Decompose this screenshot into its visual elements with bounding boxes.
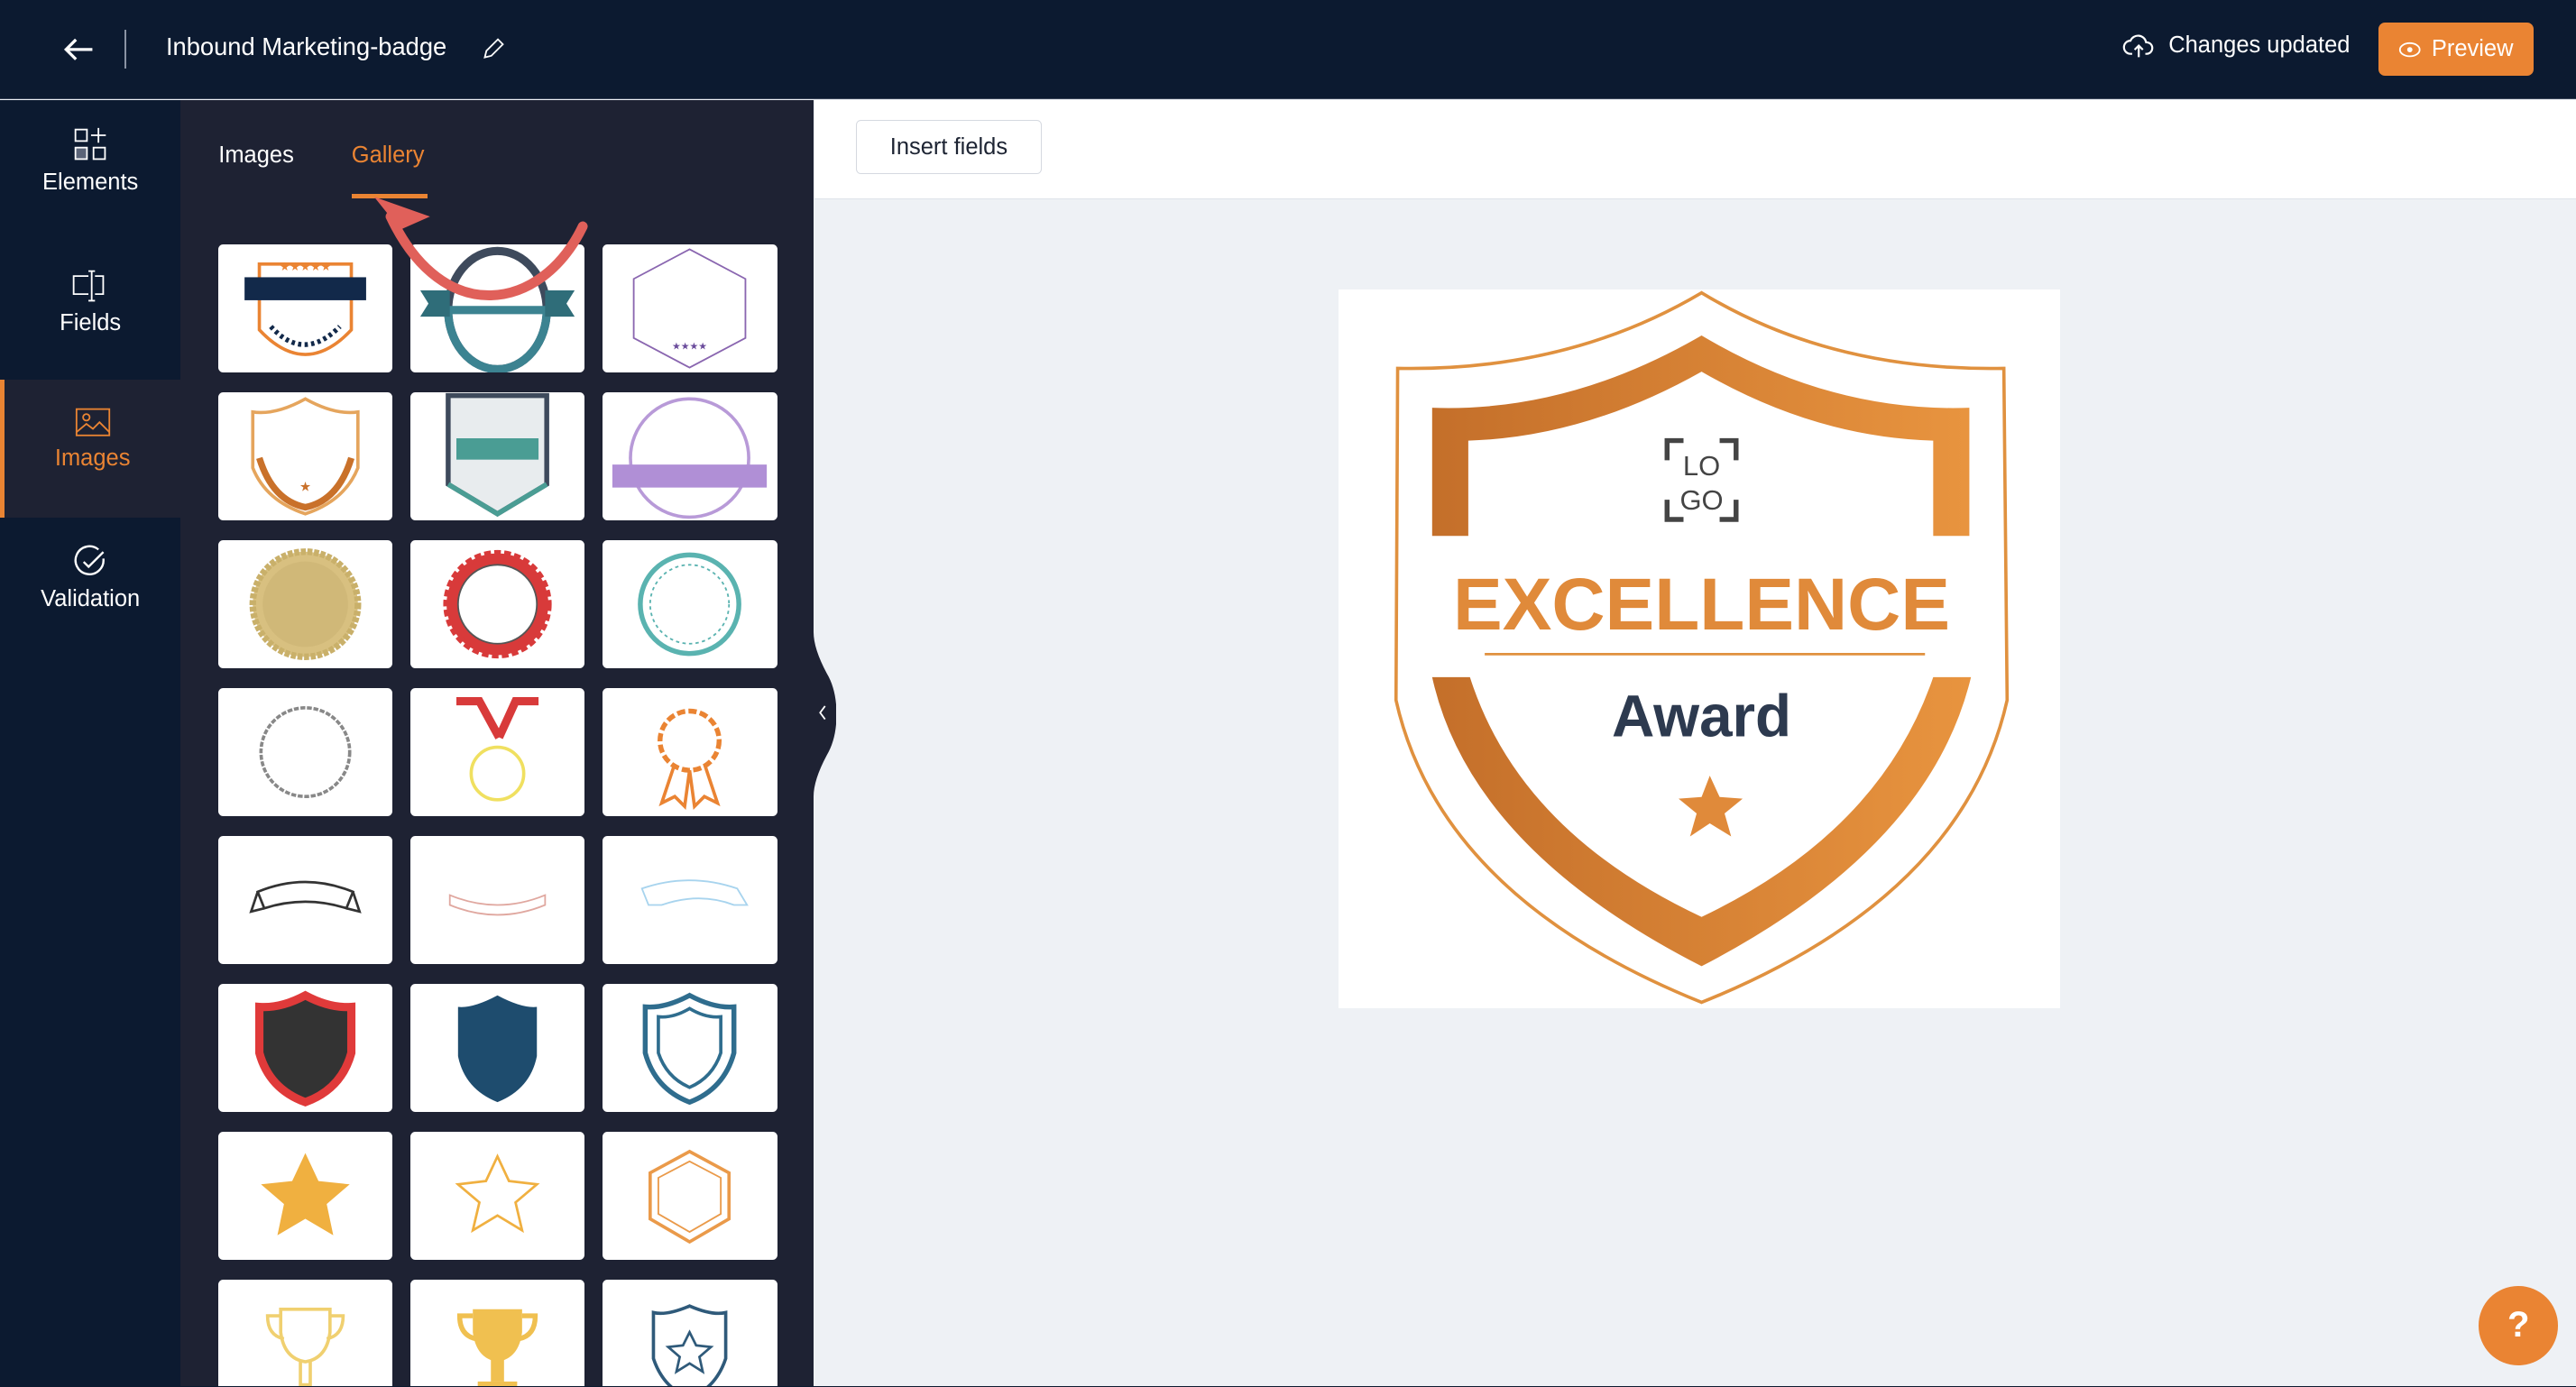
logo-text-top: LO <box>1683 449 1720 481</box>
elements-icon <box>74 128 106 161</box>
gallery-tile-seal-gold[interactable] <box>218 540 393 669</box>
preview-label: Preview <box>2431 36 2514 62</box>
star-icon <box>1679 775 1743 837</box>
images-panel: Images Gallery ★★★★★ ★★★★ ★ <box>180 100 814 1387</box>
gallery-tile-shield-teal[interactable] <box>410 392 585 521</box>
circle-ribbon-purple-icon <box>612 397 768 519</box>
gallery-tile-medal-red[interactable] <box>410 688 585 817</box>
banner-dark-icon <box>249 880 362 914</box>
gallery-tile-shield-red[interactable] <box>218 984 393 1113</box>
rail-label: Images <box>54 445 131 471</box>
ring-ribbon-icon <box>420 247 575 373</box>
banner-pink-icon <box>449 894 547 916</box>
trophy-gold-icon <box>457 1309 538 1387</box>
document-title: Inbound Marketing-badge <box>165 32 447 61</box>
gallery-tile-shield-navy[interactable] <box>410 984 585 1113</box>
shield-navy-icon <box>458 995 538 1103</box>
shield-red-icon <box>255 990 356 1107</box>
police-badge-icon <box>652 1304 728 1387</box>
banner-blue-icon <box>640 879 750 906</box>
seal-red-icon <box>443 550 552 659</box>
gallery-tile-banner-dark[interactable] <box>218 836 393 965</box>
gallery-tile-shield-outline-blue[interactable] <box>603 984 777 1113</box>
collapse-panel-handle[interactable] <box>813 632 837 797</box>
svg-text:★★★★: ★★★★ <box>672 342 707 353</box>
tab-images[interactable]: Images <box>218 142 294 169</box>
status-text: Changes updated <box>2168 32 2351 59</box>
rosette-orange-icon <box>658 708 722 811</box>
shield-outline-blue-icon <box>643 992 737 1106</box>
gallery-tile-trophy-outline[interactable] <box>218 1279 393 1387</box>
svg-text:★★★★★: ★★★★★ <box>280 261 331 274</box>
shield-teal-icon <box>446 393 550 518</box>
circle-teal-icon <box>638 552 742 657</box>
rail-item-fields[interactable]: Fields <box>0 242 180 380</box>
back-arrow-icon[interactable] <box>60 30 99 69</box>
gallery-tile-hexagon-orange[interactable] <box>603 1131 777 1260</box>
circle-gray-icon <box>259 706 352 799</box>
trophy-outline-icon <box>266 1307 345 1387</box>
canvas-toolbar: Insert fields <box>814 100 2576 200</box>
rail-item-images[interactable]: Images <box>0 379 181 518</box>
save-status: Changes updated <box>2122 32 2350 59</box>
cloud-upload-icon <box>2123 34 2154 58</box>
rail-label: Fields <box>60 310 122 336</box>
rail-item-validation[interactable]: Validation <box>0 518 180 656</box>
badge-title: EXCELLENCE <box>1453 564 1950 646</box>
seal-gold-icon <box>249 548 362 661</box>
gallery-tile-banner-pink[interactable] <box>410 836 585 965</box>
rail-item-elements[interactable]: Elements <box>0 100 180 238</box>
emblem-laurel-icon: ★★★★★ <box>244 261 367 357</box>
hexagon-stars-icon: ★★★★ <box>633 248 747 370</box>
gallery-tile-banner-blue[interactable] <box>603 836 777 965</box>
gallery-tile-police-badge[interactable] <box>603 1279 777 1387</box>
tab-gallery[interactable]: Gallery <box>352 142 425 169</box>
gallery-tile-circle-teal[interactable] <box>603 540 777 669</box>
shield-orange-icon: ★ <box>251 397 360 516</box>
badge-subtitle: Award <box>1612 683 1791 749</box>
gallery-tile-hexagon-stars[interactable]: ★★★★ <box>603 244 777 373</box>
gallery-tile-shield-orange[interactable]: ★ <box>218 392 393 521</box>
star-filled-icon <box>261 1153 350 1235</box>
rail-label: Validation <box>41 586 141 612</box>
gallery-tile-seal-red[interactable] <box>410 540 585 669</box>
gallery-tile-star-outline[interactable] <box>410 1131 585 1260</box>
star-outline-icon <box>455 1153 540 1234</box>
logo-text-bottom: GO <box>1680 484 1724 516</box>
gallery-tile-star-filled[interactable] <box>218 1131 393 1260</box>
active-tab-indicator <box>351 193 428 199</box>
help-button[interactable]: ? <box>2479 1286 2558 1365</box>
image-icon <box>75 408 110 436</box>
edit-pencil-icon[interactable] <box>480 36 506 62</box>
rail-label: Elements <box>42 169 139 195</box>
gallery-tile-emblem-laurel[interactable]: ★★★★★ <box>218 244 393 373</box>
eye-icon <box>2399 41 2422 57</box>
divider <box>124 29 127 69</box>
fields-icon <box>73 270 105 302</box>
preview-button[interactable]: Preview <box>2378 23 2534 76</box>
gallery-tile-trophy-gold[interactable] <box>410 1279 585 1387</box>
medal-red-icon <box>456 697 539 802</box>
gallery-tile-rosette-orange[interactable] <box>603 688 777 817</box>
gallery-tile-ring-ribbon[interactable] <box>410 244 585 373</box>
left-rail: Elements Fields Images Validation <box>0 100 181 1387</box>
insert-fields-button[interactable]: Insert fields <box>855 119 1042 175</box>
gallery-tile-circle-ribbon-purple[interactable] <box>603 392 777 521</box>
check-circle-icon <box>74 545 105 575</box>
svg-text:★: ★ <box>299 481 311 495</box>
hexagon-orange-icon <box>649 1149 731 1245</box>
gallery-tile-circle-gray[interactable] <box>218 688 393 817</box>
badge-canvas[interactable]: LO GO EXCELLENCE Award <box>1339 289 2061 1009</box>
top-bar: Inbound Marketing-badge Changes updated … <box>0 0 2576 100</box>
shield-outer-outline <box>1394 290 2010 1005</box>
